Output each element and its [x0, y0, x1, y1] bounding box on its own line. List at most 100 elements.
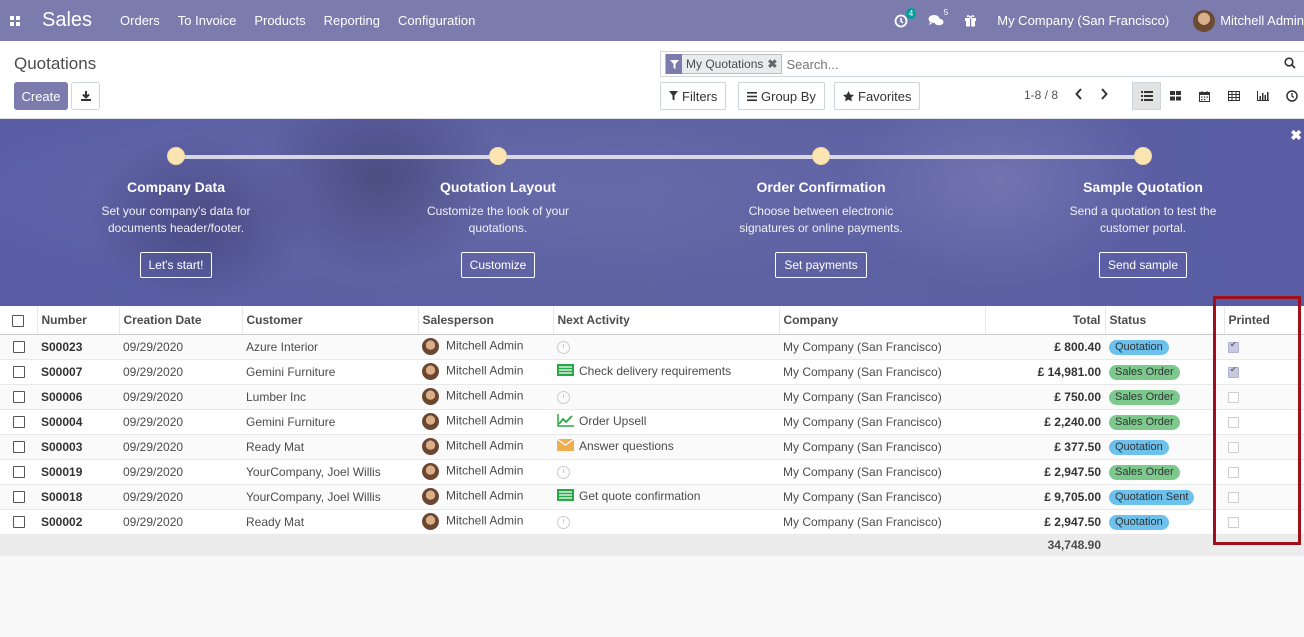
messages-icon[interactable]: 5: [928, 8, 948, 27]
step-title: Company Data: [126, 179, 226, 195]
pager-value[interactable]: 1-8 / 8: [1024, 88, 1058, 102]
customize-button[interactable]: Customize: [460, 252, 536, 278]
calendar-view-icon[interactable]: [1190, 82, 1219, 110]
set-payments-button[interactable]: Set payments: [775, 252, 867, 278]
step-sample-quotation: Sample Quotation Send a quotation to tes…: [1013, 147, 1273, 278]
table-row[interactable]: S00006 09/29/2020 Lumber Inc Mitchell Admin…: [0, 384, 1304, 410]
row-checkbox[interactable]: [0, 484, 37, 510]
column-header-salesperson[interactable]: Salesperson: [417, 307, 553, 335]
cell-total: £ 2,947.50: [985, 459, 1105, 485]
cell-next-activity: [553, 334, 779, 360]
activity-clock-icon[interactable]: [557, 390, 570, 404]
salesperson-name: Mitchell Admin: [446, 463, 524, 478]
column-header-number[interactable]: Number: [36, 307, 119, 335]
activity-summary: Order Upsell: [579, 413, 647, 428]
activity-list-icon[interactable]: [557, 364, 574, 379]
activity-envelope-icon[interactable]: [556, 438, 575, 454]
cell-total: £ 800.40: [985, 334, 1105, 360]
cell-company: My Company (San Francisco): [779, 359, 985, 385]
column-header-customer[interactable]: Customer: [241, 307, 418, 335]
row-checkbox[interactable]: [0, 359, 37, 385]
cell-number: S00019: [37, 459, 119, 485]
cell-creation-date: 09/29/2020: [119, 384, 242, 410]
activity-chart-icon[interactable]: [557, 413, 574, 430]
salesperson-name: Mitchell Admin: [446, 488, 524, 503]
cell-creation-date: 09/29/2020: [119, 334, 242, 360]
row-checkbox[interactable]: [0, 409, 37, 435]
search-input[interactable]: [786, 56, 1287, 72]
table-row[interactable]: S00019 09/29/2020 YourCompany, Joel Willis…: [0, 459, 1304, 485]
company-switcher[interactable]: My Company (San Francisco): [997, 13, 1169, 28]
column-header-company[interactable]: Company: [778, 307, 985, 335]
select-all-checkbox[interactable]: [0, 307, 37, 335]
filters-label: Filters: [682, 88, 718, 104]
user-menu[interactable]: Mitchell Admin: [1193, 9, 1304, 32]
salesperson-name: Mitchell Admin: [446, 438, 524, 453]
table-body: S00023 09/29/2020 Azure Interior Mitchell A…: [0, 334, 1304, 535]
search-icon[interactable]: [1284, 57, 1296, 72]
table-row[interactable]: S00018 09/29/2020 YourCompany, Joel Willis…: [0, 484, 1304, 510]
filters-button[interactable]: Filters: [660, 82, 727, 110]
close-icon[interactable]: ✖: [1290, 127, 1302, 144]
table-row[interactable]: S00004 09/29/2020 Gemini Furniture Mitchell…: [0, 409, 1304, 435]
cell-number: S00002: [37, 509, 119, 535]
menu-reporting[interactable]: Reporting: [324, 13, 380, 28]
app-name[interactable]: Sales: [42, 9, 92, 32]
apps-menu-icon[interactable]: [0, 0, 30, 41]
table-header-row: Number Creation Date Customer Salesperso…: [0, 307, 1304, 335]
facet-remove-icon[interactable]: ✖: [767, 57, 781, 71]
row-checkbox[interactable]: [0, 509, 37, 535]
onboarding-progress-line: [176, 155, 1143, 159]
cell-customer: YourCompany, Joel Willis: [242, 459, 418, 485]
column-header-status[interactable]: Status: [1104, 307, 1224, 335]
list-view-icon[interactable]: [1132, 82, 1161, 110]
column-header-creation-date[interactable]: Creation Date: [118, 307, 242, 335]
favorites-button[interactable]: Favorites: [834, 82, 921, 110]
cell-company: My Company (San Francisco): [779, 484, 985, 510]
user-name: Mitchell Admin: [1220, 13, 1304, 28]
cell-status: Sales Order: [1105, 359, 1224, 385]
cell-status: Quotation: [1105, 509, 1224, 535]
pager-next-icon[interactable]: [1100, 88, 1108, 103]
table-row[interactable]: S00007 09/29/2020 Gemini Furniture Mitchell…: [0, 359, 1304, 385]
cell-company: My Company (San Francisco): [779, 384, 985, 410]
activity-clock-icon[interactable]: [557, 340, 570, 354]
column-header-next-activity[interactable]: Next Activity: [552, 307, 779, 335]
kanban-view-icon[interactable]: [1161, 82, 1190, 110]
column-header-total[interactable]: Total: [984, 307, 1105, 335]
activity-clock-icon[interactable]: [557, 465, 570, 479]
table-row[interactable]: S00023 09/29/2020 Azure Interior Mitchell A…: [0, 334, 1304, 360]
status-badge: Quotation Sent: [1109, 489, 1195, 505]
search-bar[interactable]: My Quotations ✖: [660, 51, 1304, 77]
send-sample-button[interactable]: Send sample: [1098, 252, 1188, 278]
activity-view-icon[interactable]: [1277, 82, 1304, 110]
activity-clock-icon[interactable]: 4: [894, 7, 917, 28]
activity-list-icon[interactable]: [557, 489, 574, 504]
lets-start-button[interactable]: Let's start!: [139, 252, 213, 278]
top-navbar: Sales Orders To Invoice Products Reporti…: [0, 0, 1304, 41]
step-description: Send a quotation to test the customer po…: [1069, 204, 1217, 235]
pager-previous-icon[interactable]: [1075, 88, 1083, 103]
salesperson-avatar: [422, 513, 439, 530]
row-checkbox[interactable]: [0, 384, 37, 410]
activity-clock-icon[interactable]: [557, 515, 570, 529]
row-checkbox[interactable]: [0, 334, 37, 360]
menu-to-invoice[interactable]: To Invoice: [178, 13, 237, 28]
download-button[interactable]: [71, 82, 100, 110]
gift-icon[interactable]: [964, 14, 977, 27]
cell-salesperson: Mitchell Admin: [418, 484, 553, 510]
menu-configuration[interactable]: Configuration: [398, 13, 475, 28]
control-panel: Quotations Create My Quotations ✖ Filter…: [0, 41, 1304, 119]
status-badge: Sales Order: [1109, 464, 1180, 480]
group-by-button[interactable]: Group By: [738, 82, 825, 110]
pivot-view-icon[interactable]: [1219, 82, 1248, 110]
cell-total: £ 377.50: [985, 434, 1105, 460]
table-row[interactable]: S00002 09/29/2020 Ready Mat Mitchell Admin M…: [0, 509, 1304, 535]
table-row[interactable]: S00003 09/29/2020 Ready Mat Mitchell Admin A…: [0, 434, 1304, 460]
row-checkbox[interactable]: [0, 434, 37, 460]
row-checkbox[interactable]: [0, 459, 37, 485]
menu-products[interactable]: Products: [254, 13, 305, 28]
create-button[interactable]: Create: [14, 82, 68, 110]
menu-orders[interactable]: Orders: [120, 13, 160, 28]
graph-view-icon[interactable]: [1248, 82, 1277, 110]
